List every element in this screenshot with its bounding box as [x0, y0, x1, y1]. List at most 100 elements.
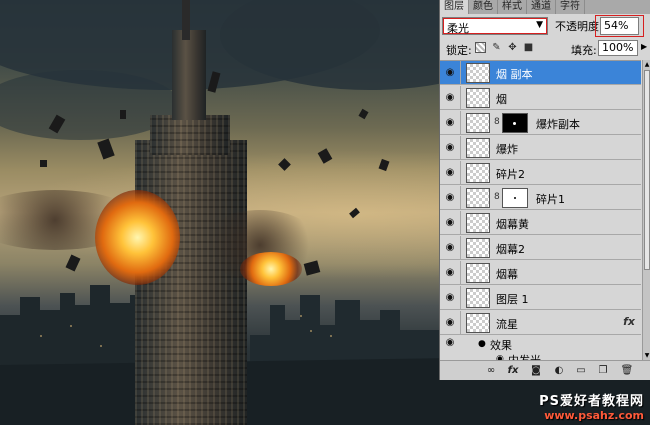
new-layer-icon[interactable]: ❐: [596, 364, 610, 378]
layer-effects-icon[interactable]: fx: [623, 315, 635, 328]
skyscraper-antenna: [182, 0, 190, 40]
scroll-down-icon[interactable]: ▼: [643, 351, 650, 360]
layer-name: 碎片1: [536, 193, 565, 206]
debris-fragment: [40, 160, 47, 167]
eye-icon[interactable]: ◉: [443, 141, 457, 155]
debris-fragment: [358, 108, 369, 120]
layer-name: 碎片2: [496, 168, 525, 181]
layer-thumbnail: [466, 313, 490, 333]
fill-arrow-icon[interactable]: ▶: [641, 42, 647, 51]
effects-bullet-icon: ●: [478, 339, 486, 349]
blend-opacity-row: 柔光 ▼ 不透明度: 54%: [440, 14, 650, 38]
layer-thumbnail: [466, 188, 490, 208]
eye-icon[interactable]: ◉: [443, 216, 457, 230]
lock-all-icon[interactable]: ■: [523, 42, 534, 53]
lock-paint-icon[interactable]: ✎: [491, 42, 502, 53]
layer-row[interactable]: ◉ 烟幕2: [440, 236, 641, 260]
watermark-url: www.psahz.com: [544, 409, 644, 422]
skyscraper-mast: [172, 30, 206, 120]
eye-icon[interactable]: ◉: [443, 316, 457, 330]
new-group-icon[interactable]: ▭: [574, 364, 588, 378]
layer-thumbnail: [466, 163, 490, 183]
lock-fill-row: 锁定: ✎ ✥ ■ 填充: 100% ▶: [440, 38, 650, 58]
layer-name: 爆炸: [496, 143, 518, 156]
layer-name: 烟 副本: [496, 68, 533, 81]
layer-name: 烟幕2: [496, 243, 525, 256]
eye-icon[interactable]: ◉: [443, 166, 457, 180]
layer-thumbnail: [466, 238, 490, 258]
layer-list: ◉ 烟 副本 ◉ 烟 ◉ 8 爆炸副本 ◉ 爆炸 ◉ 碎片2 ◉ 8 碎片1 ◉…: [440, 60, 641, 360]
layer-thumbnail: [466, 88, 490, 108]
layer-row[interactable]: ◉ 8 碎片1: [440, 186, 641, 210]
effect-item-row[interactable]: ◉ 内发光: [440, 351, 641, 360]
layer-row[interactable]: ◉ 图层 1: [440, 286, 641, 310]
scroll-up-icon[interactable]: ▲: [643, 60, 650, 69]
blend-mode-select[interactable]: 柔光 ▼: [442, 17, 548, 35]
eye-icon[interactable]: ◉: [443, 241, 457, 255]
eye-icon[interactable]: ◉: [443, 336, 457, 350]
adjustment-layer-icon[interactable]: ◐: [552, 364, 566, 378]
eye-icon[interactable]: ◉: [443, 266, 457, 280]
layer-name: 爆炸副本: [536, 118, 580, 131]
eye-icon[interactable]: ◉: [443, 291, 457, 305]
effects-row[interactable]: ◉ ● 效果: [440, 336, 641, 352]
fill-field[interactable]: 100%: [598, 40, 638, 56]
watermark-title: PS爱好者教程网: [539, 394, 644, 409]
layer-thumbnail: [466, 213, 490, 233]
layer-row[interactable]: ◉ 流星 fx: [440, 311, 641, 335]
scroll-thumb[interactable]: [644, 70, 650, 270]
layer-row[interactable]: ◉ 烟: [440, 86, 641, 110]
link-layers-icon[interactable]: ∞: [484, 364, 498, 378]
tab-character[interactable]: 字符: [556, 0, 585, 14]
layer-name: 烟: [496, 93, 507, 106]
layer-list-scrollbar[interactable]: ▲ ▼: [642, 60, 650, 360]
layer-mask-thumbnail[interactable]: [502, 113, 528, 133]
chain-link-icon[interactable]: 8: [494, 117, 500, 127]
panel-bottom-toolbar: ∞ fx ◙ ◐ ▭ ❐ 🗑: [440, 360, 650, 380]
layer-row[interactable]: ◉ 碎片2: [440, 161, 641, 185]
add-mask-icon[interactable]: ◙: [529, 364, 543, 378]
lock-label: 锁定:: [446, 44, 472, 57]
layer-row[interactable]: ◉ 烟幕黄: [440, 211, 641, 235]
meteor-fireball: [240, 252, 302, 286]
layer-thumbnail: [466, 113, 490, 133]
eye-icon[interactable]: ◉: [443, 191, 457, 205]
layer-name: 图层 1: [496, 293, 529, 306]
layer-thumbnail: [466, 63, 490, 83]
skyscraper: [135, 140, 247, 425]
layer-name: 流星: [496, 318, 518, 331]
skyscraper-upper: [150, 115, 230, 155]
delete-layer-icon[interactable]: 🗑: [620, 364, 634, 378]
layer-thumbnail: [466, 288, 490, 308]
eye-icon[interactable]: ◉: [443, 66, 457, 80]
layer-row[interactable]: ◉ 烟幕: [440, 261, 641, 285]
fill-label: 填充:: [571, 44, 597, 57]
layer-row[interactable]: ◉ 8 爆炸副本: [440, 111, 641, 135]
explosion-fireball: [95, 190, 180, 285]
debris-fragment: [120, 110, 126, 119]
opacity-field[interactable]: 54%: [600, 17, 639, 35]
watermark: PS爱好者教程网 www.psahz.com: [539, 390, 644, 422]
blend-mode-value: 柔光: [447, 22, 469, 35]
layer-row[interactable]: ◉ 爆炸: [440, 136, 641, 160]
tab-styles[interactable]: 样式: [498, 0, 527, 14]
layer-name: 烟幕: [496, 268, 518, 281]
lock-move-icon[interactable]: ✥: [507, 42, 518, 53]
dropdown-arrow-icon: ▼: [536, 20, 543, 30]
tab-color[interactable]: 颜色: [469, 0, 498, 14]
panel-tabs: 图层 颜色 样式 通道 字符: [440, 0, 650, 14]
tab-layers[interactable]: 图层: [440, 0, 469, 14]
eye-icon[interactable]: ◉: [443, 91, 457, 105]
layer-thumbnail: [466, 138, 490, 158]
layers-panel: 图层 颜色 样式 通道 字符 柔光 ▼ 不透明度: 54% 锁定: ✎ ✥ ■ …: [439, 0, 650, 380]
lock-transparency-icon[interactable]: [475, 42, 486, 53]
layer-row[interactable]: ◉ 烟 副本: [440, 61, 641, 85]
eye-icon[interactable]: ◉: [443, 116, 457, 130]
layer-name: 烟幕黄: [496, 218, 529, 231]
effect-item-label: 内发光: [508, 352, 541, 360]
chain-link-icon[interactable]: 8: [494, 192, 500, 202]
tab-channels[interactable]: 通道: [527, 0, 556, 14]
layer-thumbnail: [466, 263, 490, 283]
layer-mask-thumbnail[interactable]: [502, 188, 528, 208]
add-layer-style-icon[interactable]: fx: [506, 364, 520, 378]
